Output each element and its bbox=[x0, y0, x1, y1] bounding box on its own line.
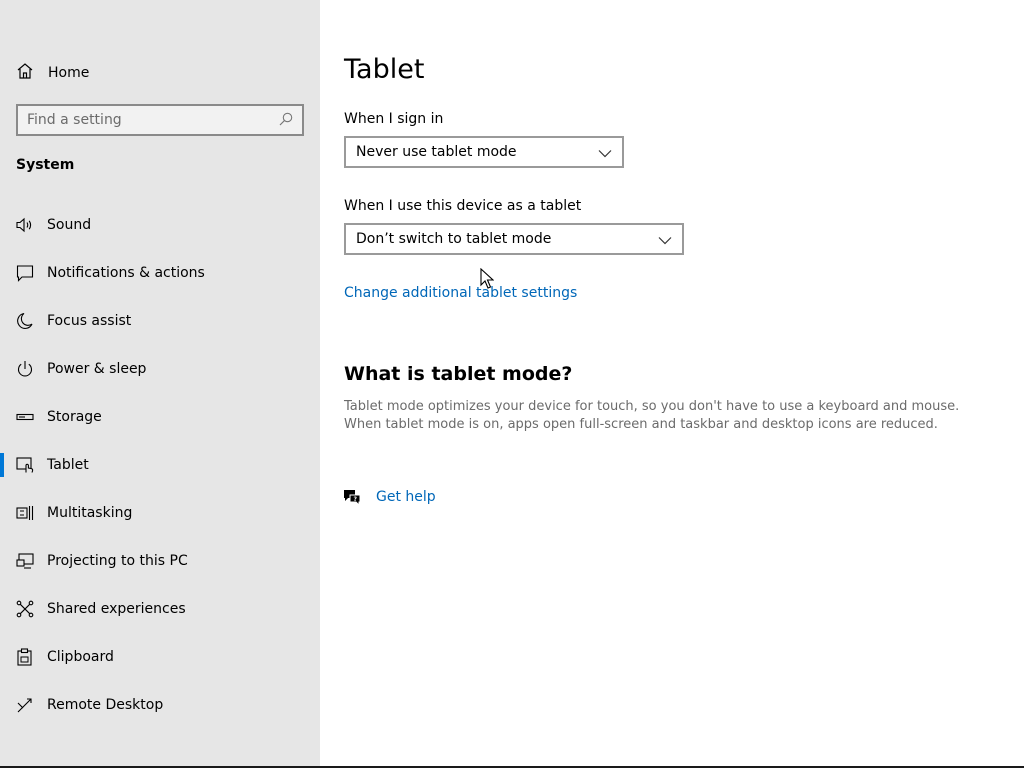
sidebar-item-label: Multitasking bbox=[47, 505, 133, 521]
sidebar-item-label: Power & sleep bbox=[47, 361, 147, 377]
remote-icon bbox=[16, 696, 34, 714]
search-box[interactable] bbox=[16, 104, 304, 136]
sidebar-item-focus-assist[interactable]: Focus assist bbox=[0, 297, 320, 345]
multitasking-icon bbox=[16, 504, 34, 522]
sidebar-item-remote-desktop[interactable]: Remote Desktop bbox=[0, 681, 320, 729]
search-icon[interactable] bbox=[279, 111, 293, 130]
share-icon bbox=[16, 600, 34, 618]
mouse-pointer-icon bbox=[480, 267, 495, 290]
search-input[interactable] bbox=[27, 112, 279, 128]
sidebar: Home System Sound Notifications & action… bbox=[0, 0, 320, 766]
home-label: Home bbox=[48, 65, 90, 81]
home-icon bbox=[16, 62, 34, 84]
device-tablet-dropdown[interactable]: Don’t switch to tablet mode bbox=[344, 223, 684, 255]
sidebar-item-label: Remote Desktop bbox=[47, 697, 164, 713]
what-is-heading: What is tablet mode? bbox=[344, 363, 573, 385]
tablet-icon bbox=[16, 456, 34, 474]
message-icon bbox=[16, 264, 34, 282]
chevron-down-icon bbox=[598, 145, 612, 159]
home-link[interactable]: Home bbox=[16, 62, 89, 84]
page-title: Tablet bbox=[344, 54, 425, 85]
nav-list: Sound Notifications & actions Focus assi… bbox=[0, 201, 320, 729]
sidebar-item-projecting[interactable]: Projecting to this PC bbox=[0, 537, 320, 585]
sign-in-dropdown[interactable]: Never use tablet mode bbox=[344, 136, 624, 168]
storage-icon bbox=[16, 408, 34, 426]
svg-text:?: ? bbox=[354, 496, 358, 503]
sidebar-item-power-sleep[interactable]: Power & sleep bbox=[0, 345, 320, 393]
sidebar-item-shared-experiences[interactable]: Shared experiences bbox=[0, 585, 320, 633]
description-text: Tablet mode optimizes your device for to… bbox=[344, 399, 960, 432]
power-icon bbox=[16, 360, 34, 378]
sidebar-item-multitasking[interactable]: Multitasking bbox=[0, 489, 320, 537]
section-title: System bbox=[16, 157, 75, 173]
sidebar-item-label: Notifications & actions bbox=[47, 265, 205, 281]
chevron-down-icon bbox=[658, 232, 672, 246]
sidebar-item-clipboard[interactable]: Clipboard bbox=[0, 633, 320, 681]
help-chat-icon[interactable]: ? bbox=[343, 488, 361, 507]
moon-icon bbox=[16, 312, 34, 330]
sidebar-item-sound[interactable]: Sound bbox=[0, 201, 320, 249]
sign-in-value: Never use tablet mode bbox=[356, 144, 517, 160]
device-tablet-value: Don’t switch to tablet mode bbox=[356, 231, 552, 247]
sidebar-item-label: Focus assist bbox=[47, 313, 132, 329]
sidebar-item-tablet[interactable]: Tablet bbox=[0, 441, 320, 489]
sidebar-item-label: Storage bbox=[47, 409, 102, 425]
sidebar-item-label: Tablet bbox=[47, 457, 89, 473]
speaker-icon bbox=[16, 216, 34, 234]
device-tablet-label: When I use this device as a tablet bbox=[344, 198, 582, 214]
sidebar-item-label: Shared experiences bbox=[47, 601, 186, 617]
clipboard-icon bbox=[16, 648, 34, 666]
sidebar-item-storage[interactable]: Storage bbox=[0, 393, 320, 441]
sign-in-label: When I sign in bbox=[344, 111, 444, 127]
sidebar-item-label: Sound bbox=[47, 217, 92, 233]
sidebar-item-label: Clipboard bbox=[47, 649, 114, 665]
projector-icon bbox=[16, 552, 34, 570]
sidebar-item-label: Projecting to this PC bbox=[47, 553, 188, 569]
additional-settings-link[interactable]: Change additional tablet settings bbox=[344, 285, 577, 301]
get-help-link[interactable]: Get help bbox=[376, 489, 436, 505]
sidebar-item-notifications[interactable]: Notifications & actions bbox=[0, 249, 320, 297]
